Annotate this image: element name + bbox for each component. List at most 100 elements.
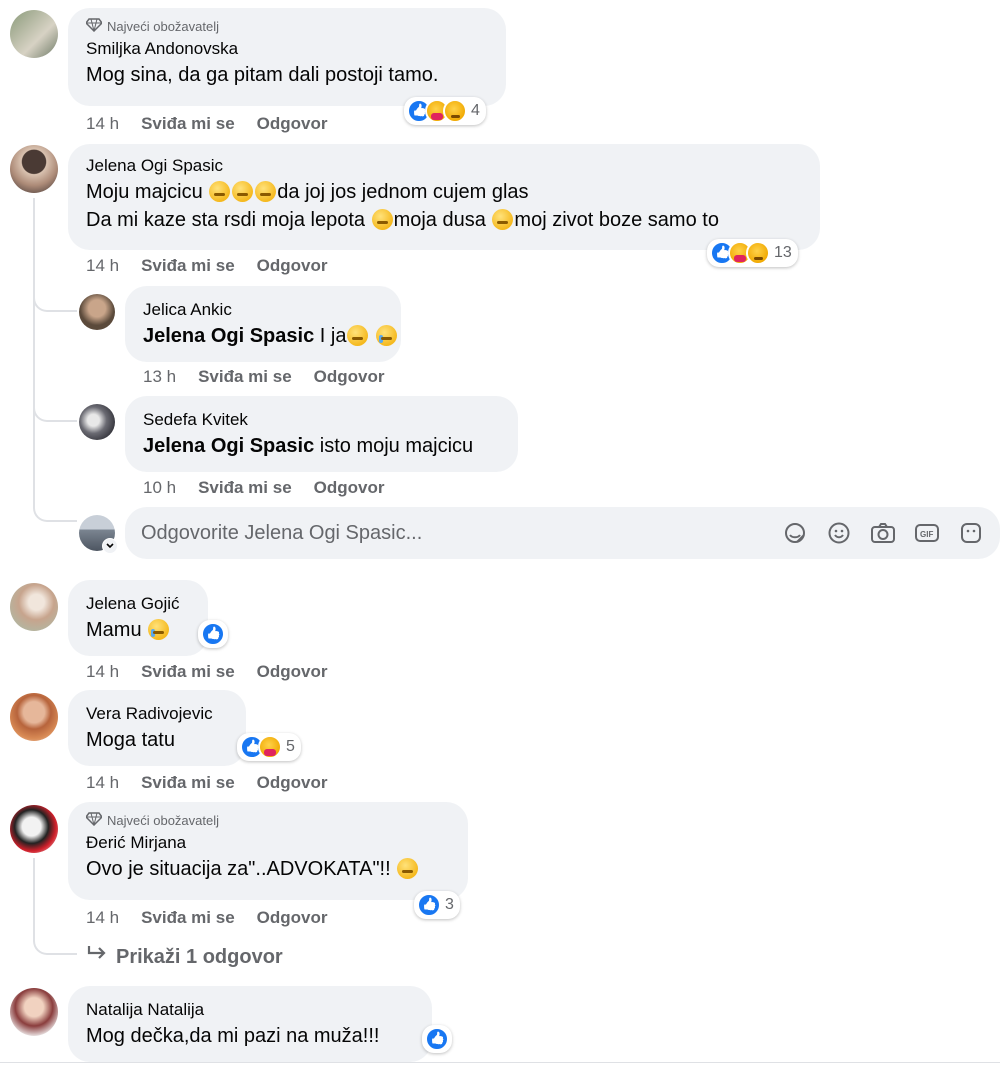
comment-author[interactable]: Vera Radivojevic: [86, 702, 228, 726]
avatar[interactable]: [10, 583, 58, 631]
comment-bubble: Najveći obožavatelj Smiljka Andonovska M…: [68, 8, 506, 106]
reaction-summary[interactable]: [198, 620, 228, 648]
gif-icon[interactable]: GIF: [914, 520, 940, 546]
reaction-summary[interactable]: 4: [404, 97, 486, 125]
sticker-icon[interactable]: [782, 520, 808, 546]
reply-text: Jelena Ogi Spasic isto moju majcicu: [143, 435, 474, 457]
sad-emoji-icon: [347, 325, 369, 346]
comment-time[interactable]: 14 h: [86, 114, 119, 134]
reply-button[interactable]: Odgovor: [314, 478, 385, 498]
reaction-count: 5: [286, 738, 295, 755]
reply-button[interactable]: Odgovor: [257, 773, 328, 793]
camera-icon[interactable]: [870, 520, 896, 546]
like-button[interactable]: Sviđa mi se: [198, 367, 292, 387]
reply-arrow-icon: [86, 944, 108, 970]
comment-time[interactable]: 14 h: [86, 662, 119, 682]
divider: [0, 1062, 1000, 1063]
reaction-count: 4: [471, 102, 480, 119]
comment-bubble: Jelena Ogi Spasic Moju majcicu da joj jo…: [68, 144, 820, 250]
reply-bubble: Jelica Ankic Jelena Ogi Spasic I ja: [125, 286, 401, 362]
like-button[interactable]: Sviđa mi se: [141, 662, 235, 682]
like-reaction-icon: [425, 1027, 449, 1051]
view-replies-label: Prikaži 1 odgovor: [116, 945, 283, 968]
avatar[interactable]: [10, 693, 58, 741]
reply-text: Jelena Ogi Spasic I ja: [143, 322, 398, 350]
reaction-summary[interactable]: 3: [414, 891, 460, 919]
avatar[interactable]: [10, 145, 58, 193]
reaction-count: 13: [774, 244, 792, 261]
like-reaction-icon: [201, 622, 225, 646]
reply-button[interactable]: Odgovor: [257, 114, 328, 134]
comment-time[interactable]: 14 h: [86, 256, 119, 276]
avatar[interactable]: [10, 805, 58, 853]
sleepy-emoji-icon: [371, 209, 393, 230]
top-fan-badge: Najveći obožavatelj: [107, 19, 220, 34]
like-button[interactable]: Sviđa mi se: [141, 114, 235, 134]
reaction-summary[interactable]: [422, 1025, 452, 1053]
thread-connector: [33, 290, 77, 312]
comment-bubble: Natalija Natalija Mog dečka,da mi pazi n…: [68, 986, 432, 1062]
comment-text: Da mi kaze sta rsdi moja lepota moja dus…: [86, 209, 719, 231]
sad-reaction-icon: [443, 99, 467, 123]
comment-text: Mamu: [86, 616, 190, 644]
comment-bubble: Najveći obožavatelj Đerić Mirjana Ovo je…: [68, 802, 468, 900]
mention-link[interactable]: Jelena Ogi Spasic: [143, 325, 314, 347]
like-button[interactable]: Sviđa mi se: [141, 908, 235, 928]
rolling-eyes-emoji-icon: [397, 858, 419, 879]
reply-button[interactable]: Odgovor: [257, 662, 328, 682]
like-reaction-icon: [417, 893, 441, 917]
like-button[interactable]: Sviđa mi se: [141, 256, 235, 276]
view-replies-link[interactable]: Prikaži 1 odgovor: [86, 944, 283, 970]
account-switch-icon[interactable]: [102, 538, 118, 554]
avatar[interactable]: [79, 294, 115, 330]
thread-connector: [33, 400, 77, 422]
sleepy-emoji-icon: [209, 181, 231, 202]
sleepy-emoji-icon: [255, 181, 277, 202]
sleepy-emoji-icon: [232, 181, 254, 202]
comment-author[interactable]: Natalija Natalija: [86, 998, 414, 1022]
reply-time[interactable]: 13 h: [143, 367, 176, 387]
reply-button[interactable]: Odgovor: [257, 908, 328, 928]
comment-time[interactable]: 14 h: [86, 773, 119, 793]
reply-input[interactable]: [141, 521, 752, 545]
top-fan-badge: Najveći obožavatelj: [107, 813, 220, 828]
thread-line: [33, 198, 35, 500]
crying-emoji-icon: [376, 325, 398, 346]
thread-connector: [33, 933, 77, 955]
like-button[interactable]: Sviđa mi se: [198, 478, 292, 498]
reaction-summary[interactable]: 13: [707, 239, 798, 267]
thread-line: [33, 858, 35, 934]
thread-connector: [33, 500, 77, 522]
reply-button[interactable]: Odgovor: [314, 367, 385, 387]
comment-author[interactable]: Jelena Ogi Spasic: [86, 154, 802, 178]
reply-author[interactable]: Jelica Ankic: [143, 298, 383, 322]
comment-text: Moju majcicu da joj jos jednom cujem gla…: [86, 181, 529, 203]
comment-bubble: Jelena Gojić Mamu: [68, 580, 208, 656]
sad-reaction-icon: [746, 241, 770, 265]
emoji-icon[interactable]: [826, 520, 852, 546]
avatar[interactable]: [10, 988, 58, 1036]
care-reaction-icon: [258, 735, 282, 759]
avatar[interactable]: [10, 10, 58, 58]
reply-bubble: Sedefa Kvitek Jelena Ogi Spasic isto moj…: [125, 396, 518, 472]
like-button[interactable]: Sviđa mi se: [141, 773, 235, 793]
comment-text: Moga tatu: [86, 729, 175, 751]
reply-author[interactable]: Sedefa Kvitek: [143, 408, 500, 432]
avatar[interactable]: [79, 404, 115, 440]
diamond-icon: [85, 18, 103, 35]
comment-author[interactable]: Jelena Gojić: [86, 592, 190, 616]
comment-author[interactable]: Đerić Mirjana: [86, 831, 450, 855]
comment-text: Ovo je situacija za"..ADVOKATA"!!: [86, 855, 450, 883]
comment-author[interactable]: Smiljka Andonovska: [86, 37, 488, 61]
comment-text: Mog dečka,da mi pazi na muža!!!: [86, 1025, 380, 1047]
reaction-summary[interactable]: 5: [237, 733, 301, 761]
mention-link[interactable]: Jelena Ogi Spasic: [143, 435, 314, 457]
reply-input-box[interactable]: GIF: [125, 507, 1000, 559]
comment-time[interactable]: 14 h: [86, 908, 119, 928]
diamond-icon: [85, 812, 103, 829]
crying-emoji-icon: [148, 619, 170, 640]
reply-time[interactable]: 10 h: [143, 478, 176, 498]
reply-button[interactable]: Odgovor: [257, 256, 328, 276]
sticker-icon[interactable]: [958, 520, 984, 546]
reaction-count: 3: [445, 896, 454, 913]
